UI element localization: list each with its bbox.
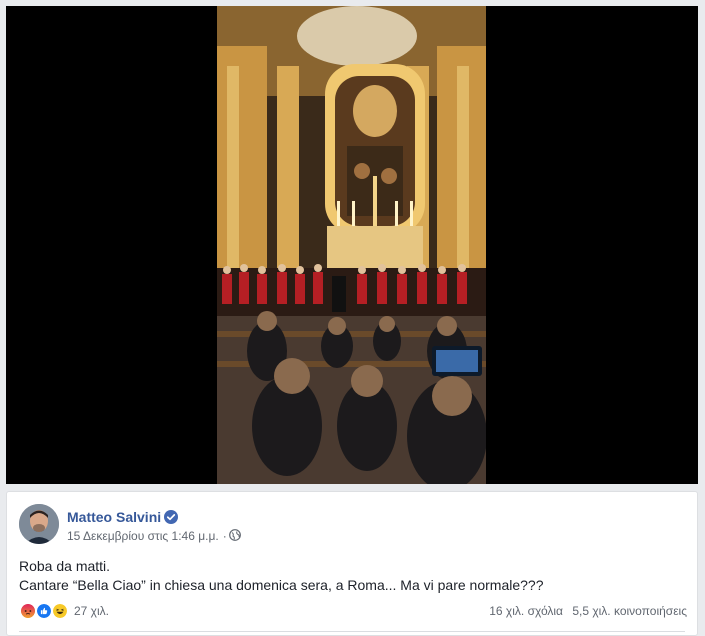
- post-body: Roba da matti. Cantare “Bella Ciao” in c…: [19, 557, 689, 595]
- divider: [19, 631, 685, 632]
- church-choir-scene: [217, 6, 486, 484]
- meta-separator: ·: [222, 529, 227, 543]
- post-meta: 15 Δεκεμβρίου στις 1:46 μ.μ. ·: [67, 529, 231, 543]
- post-text-line-2: Cantare “Bella Ciao” in chiesa una domen…: [19, 577, 544, 593]
- author-name-link[interactable]: Matteo Salvini: [67, 509, 161, 525]
- post-text-line-1: Roba da matti.: [19, 558, 111, 574]
- profile-picture: [19, 504, 59, 544]
- reactions-bar: 27 χιλ. 16 χιλ. σχόλια 5,5 χιλ. κοινοποι…: [19, 602, 687, 622]
- post-timestamp-link[interactable]: 15 Δεκεμβρίου στις 1:46 μ.μ.: [67, 529, 219, 543]
- post-card: Matteo Salvini 15 Δεκεμβρίου στις 1:46 μ…: [6, 491, 698, 636]
- reaction-count-link[interactable]: 27 χιλ.: [74, 604, 109, 618]
- angry-icon: [19, 602, 37, 620]
- video-frame[interactable]: [217, 6, 486, 484]
- comments-count-link[interactable]: 16 χιλ. σχόλια: [489, 604, 563, 618]
- like-icon: [35, 602, 53, 620]
- haha-icon: [51, 602, 69, 620]
- globe-icon[interactable]: [229, 529, 241, 541]
- reaction-icons[interactable]: [19, 602, 73, 620]
- shares-count-link[interactable]: 5,5 χιλ. κοινοποιήσεις: [572, 604, 687, 618]
- video-player[interactable]: [6, 6, 698, 484]
- avatar[interactable]: [19, 504, 59, 544]
- verified-badge-icon: [164, 510, 178, 524]
